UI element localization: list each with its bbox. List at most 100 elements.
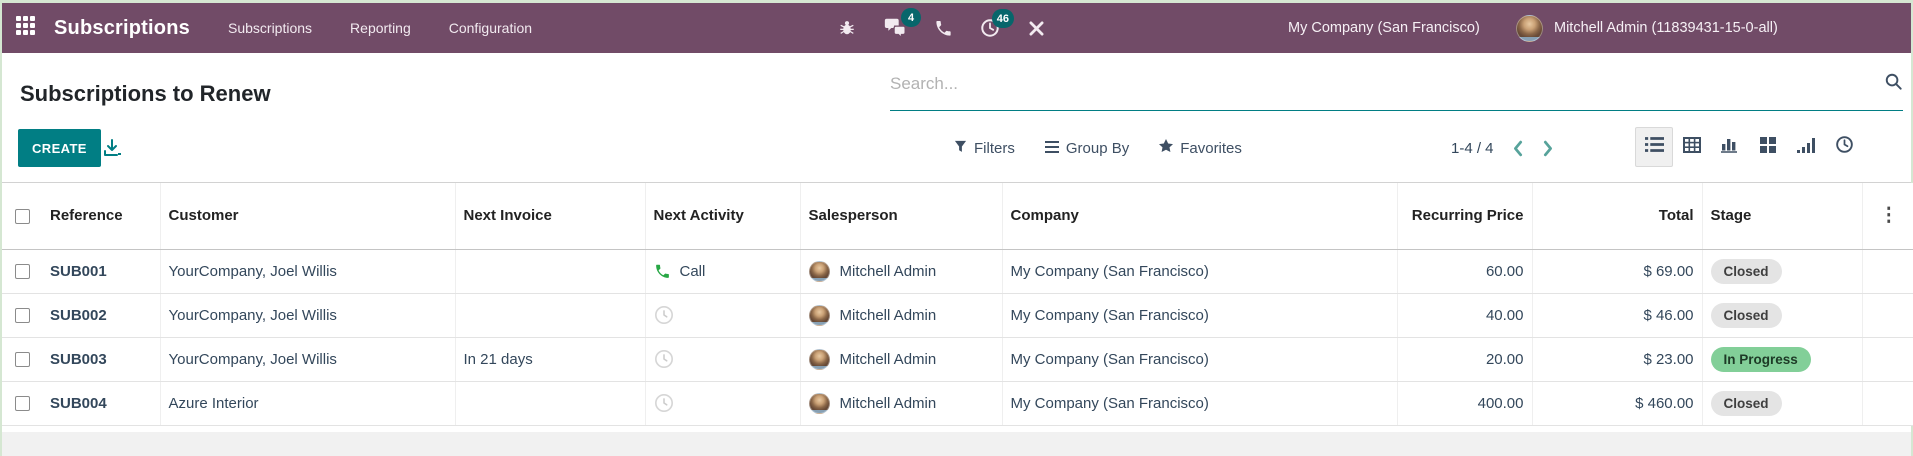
cell-total: $ 23.00: [1531, 337, 1702, 382]
create-button[interactable]: CREATE: [18, 129, 101, 167]
view-switch-pivot[interactable]: [1673, 127, 1711, 167]
search-input[interactable]: [890, 73, 1884, 94]
cell-salesperson: Mitchell Admin: [799, 293, 1002, 338]
cell-recurring-price: 20.00: [1396, 337, 1532, 382]
group-by-button[interactable]: Group By: [1044, 139, 1130, 157]
next-activity-call[interactable]: Call: [654, 263, 792, 280]
cell-next-activity: Call: [644, 249, 800, 294]
cell-reference: SUB003: [42, 337, 160, 382]
header-reference[interactable]: Reference: [42, 183, 160, 250]
select-all-checkbox[interactable]: [14, 208, 30, 224]
cell-total: $ 69.00: [1531, 249, 1702, 294]
next-activity-clock[interactable]: [654, 393, 792, 413]
view-switch-list[interactable]: [1635, 127, 1673, 167]
table-row[interactable]: SUB002 YourCompany, Joel Willis Mitchell A…: [2, 293, 1913, 338]
cell-company: My Company (San Francisco): [1001, 337, 1397, 382]
table-row[interactable]: SUB003 YourCompany, Joel Willis In 21 days…: [2, 337, 1913, 382]
phone-icon[interactable]: [934, 19, 953, 38]
header-next-invoice[interactable]: Next Invoice: [454, 183, 645, 250]
header-company[interactable]: Company: [1001, 183, 1397, 250]
search-icon[interactable]: [1884, 72, 1903, 96]
row-select-cell[interactable]: [2, 381, 42, 426]
cell-stage: Closed: [1701, 249, 1862, 294]
cell-optional: [1861, 249, 1913, 294]
cell-optional: [1861, 381, 1913, 426]
next-activity-clock[interactable]: [654, 305, 792, 325]
group-by-label: Group By: [1065, 139, 1130, 157]
menu-reporting[interactable]: Reporting: [350, 20, 411, 36]
filters-label: Filters: [974, 139, 1015, 157]
control-panel: Subscriptions to Renew CREATE Filters Gr…: [2, 53, 1911, 183]
salesperson-avatar: [808, 348, 830, 370]
header-next-activity[interactable]: Next Activity: [644, 183, 800, 250]
apps-menu-button[interactable]: [16, 3, 35, 53]
star-icon: [1159, 139, 1174, 157]
view-switch-graph[interactable]: [1711, 127, 1749, 167]
call-phone-icon: [654, 263, 671, 280]
user-avatar[interactable]: [1516, 3, 1543, 53]
schedule-activity-clock-icon: [654, 305, 674, 325]
salesperson-name: Mitchell Admin: [839, 306, 937, 324]
next-activity-clock[interactable]: [654, 349, 792, 369]
header-recurring-price[interactable]: Recurring Price: [1396, 183, 1532, 250]
header-total[interactable]: Total: [1531, 183, 1702, 250]
row-select-cell[interactable]: [2, 337, 42, 382]
row-checkbox[interactable]: [14, 308, 30, 324]
export-download-icon[interactable]: [102, 138, 122, 158]
row-checkbox[interactable]: [14, 352, 30, 368]
page-title: Subscriptions to Renew: [20, 81, 271, 106]
cell-company: My Company (San Francisco): [1001, 293, 1397, 338]
favorites-button[interactable]: Favorites: [1159, 139, 1242, 157]
row-select-cell[interactable]: [2, 249, 42, 294]
view-switch-kanban[interactable]: [1749, 127, 1787, 167]
salesperson-name: Mitchell Admin: [839, 394, 937, 412]
search-options: Filters Group By Favorites: [954, 129, 1242, 167]
tools-icon[interactable]: [1027, 19, 1046, 38]
filters-button[interactable]: Filters: [954, 140, 1015, 157]
cell-next-activity: [644, 381, 800, 426]
header-salesperson[interactable]: Salesperson: [799, 183, 1002, 250]
cell-reference: SUB004: [42, 381, 160, 426]
pager-next-icon[interactable]: [1541, 138, 1556, 159]
salesperson-avatar: [808, 304, 830, 326]
cell-recurring-price: 40.00: [1396, 293, 1532, 338]
salesperson-name: Mitchell Admin: [839, 262, 937, 280]
view-switch-activity[interactable]: [1825, 127, 1863, 167]
app-window: Subscriptions Subscriptions Reporting Co…: [0, 0, 1913, 456]
cell-company: My Company (San Francisco): [1001, 381, 1397, 426]
user-menu[interactable]: Mitchell Admin (11839431-15-0-all): [1554, 3, 1778, 53]
messages-icon[interactable]: 4: [883, 8, 921, 39]
view-switch-cohort[interactable]: [1787, 127, 1825, 167]
group-by-icon: [1044, 140, 1059, 157]
apps-grid-icon: [16, 16, 35, 40]
cohort-view-icon: [1797, 137, 1815, 158]
menu-subscriptions[interactable]: Subscriptions: [228, 20, 312, 36]
schedule-activity-clock-icon: [654, 393, 674, 413]
menu-configuration[interactable]: Configuration: [449, 20, 532, 36]
cell-salesperson: Mitchell Admin: [799, 381, 1002, 426]
header-customer[interactable]: Customer: [159, 183, 455, 250]
header-stage[interactable]: Stage: [1701, 183, 1862, 250]
table-header-row: Reference Customer Next Invoice Next Act…: [2, 183, 1913, 250]
cell-next-invoice: [454, 381, 645, 426]
select-all-cell[interactable]: [2, 183, 42, 250]
filter-funnel-icon: [954, 140, 967, 157]
cell-recurring-price: 60.00: [1396, 249, 1532, 294]
row-checkbox[interactable]: [14, 264, 30, 280]
row-select-cell[interactable]: [2, 293, 42, 338]
table-row[interactable]: SUB004 Azure Interior Mitchell Admin My Com…: [2, 381, 1913, 426]
company-switcher[interactable]: My Company (San Francisco): [1288, 3, 1480, 53]
optional-columns-toggle[interactable]: ⋮: [1861, 183, 1913, 250]
pager-previous-icon[interactable]: [1510, 138, 1525, 159]
cell-stage: In Progress: [1701, 337, 1862, 382]
table-row[interactable]: SUB001 YourCompany, Joel Willis Call Mitche…: [2, 249, 1913, 294]
salesperson-avatar: [808, 260, 830, 282]
messages-count-badge: 4: [901, 8, 921, 27]
app-menubar: Subscriptions Reporting Configuration: [228, 3, 532, 53]
cell-reference: SUB001: [42, 249, 160, 294]
bug-icon[interactable]: [838, 19, 856, 37]
activities-clock-icon[interactable]: 46: [980, 9, 1014, 38]
row-checkbox[interactable]: [14, 396, 30, 412]
app-brand-title[interactable]: Subscriptions: [54, 3, 190, 53]
salesperson-name: Mitchell Admin: [839, 350, 937, 368]
